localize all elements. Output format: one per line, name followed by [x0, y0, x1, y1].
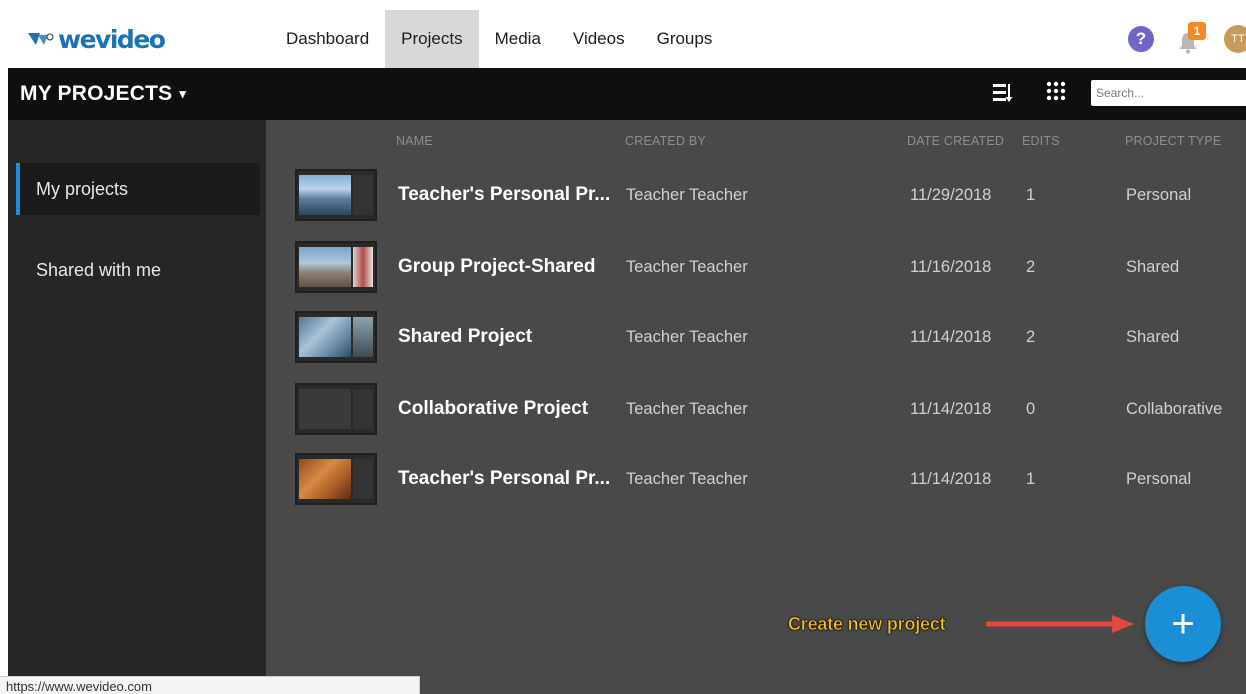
project-thumbnail[interactable] — [295, 169, 377, 221]
project-edits: 2 — [1026, 327, 1036, 346]
project-thumbnail[interactable] — [295, 311, 377, 363]
project-edits: 2 — [1026, 257, 1036, 276]
project-created-by: Teacher Teacher — [626, 469, 748, 488]
top-icons: ? 1 TT — [1128, 10, 1246, 68]
annotation-arrow-icon — [986, 615, 1134, 633]
wevideo-logo[interactable]: wevideo — [26, 24, 166, 54]
project-name[interactable]: Teacher's Personal Pr... — [398, 169, 610, 221]
project-date: 11/14/2018 — [910, 469, 992, 488]
thumbnail-image — [299, 247, 351, 287]
project-edits: 1 — [1026, 185, 1036, 204]
page-title: MY PROJECTS — [20, 82, 173, 105]
project-type: Personal — [1126, 185, 1192, 204]
top-nav: wevideo Dashboard Projects Media Videos … — [8, 10, 1246, 68]
column-header-date-created[interactable]: DATE CREATED — [907, 134, 1004, 148]
sidebar-item-my-projects[interactable]: My projects — [16, 163, 260, 215]
nav-dashboard[interactable]: Dashboard — [270, 10, 385, 68]
notifications-button[interactable]: 1 — [1176, 22, 1206, 54]
project-thumbnail[interactable] — [295, 453, 377, 505]
project-name[interactable]: Shared Project — [398, 311, 532, 363]
column-header-edits[interactable]: EDITS — [1022, 134, 1060, 148]
logo-wordmark: wevideo — [58, 24, 166, 54]
project-name[interactable]: Teacher's Personal Pr... — [398, 453, 610, 505]
plus-icon: + — [1171, 601, 1195, 646]
project-type: Personal — [1126, 469, 1192, 488]
thumbnail-image — [299, 317, 351, 357]
logo-mark-icon — [28, 33, 54, 45]
table-row[interactable]: Teacher's Personal Pr... Teacher Teacher… — [266, 169, 1246, 221]
project-created-by: Teacher Teacher — [626, 399, 748, 418]
table-row[interactable]: Group Project-Shared Teacher Teacher 11/… — [266, 241, 1246, 293]
project-thumbnail[interactable] — [295, 383, 377, 435]
table-row[interactable]: Collaborative Project Teacher Teacher 11… — [266, 383, 1246, 435]
projects-header: MY PROJECTS ▾ — [8, 68, 1246, 120]
project-name[interactable]: Collaborative Project — [398, 383, 588, 435]
annotation-label: Create new project — [788, 614, 946, 635]
project-date: 11/14/2018 — [910, 399, 992, 418]
project-created-by: Teacher Teacher — [626, 257, 748, 276]
table-row[interactable]: Shared Project Teacher Teacher 11/14/201… — [266, 311, 1246, 363]
thumbnail-image — [299, 459, 351, 499]
thumbnail-image-secondary — [353, 175, 373, 215]
search-input[interactable] — [1091, 80, 1246, 106]
notification-badge: 1 — [1188, 22, 1206, 40]
column-header-name[interactable]: NAME — [396, 134, 433, 148]
project-date: 11/29/2018 — [910, 185, 992, 204]
column-header-created-by[interactable]: CREATED BY — [625, 134, 706, 148]
project-name[interactable]: Group Project-Shared — [398, 241, 595, 293]
project-created-by: Teacher Teacher — [626, 327, 748, 346]
project-type: Shared — [1126, 257, 1180, 276]
thumbnail-image — [299, 389, 351, 429]
project-edits: 1 — [1026, 469, 1036, 488]
project-thumbnail[interactable] — [295, 241, 377, 293]
caret-down-icon: ▾ — [179, 86, 187, 101]
thumbnail-image-secondary — [353, 389, 373, 429]
table-row[interactable]: Teacher's Personal Pr... Teacher Teacher… — [266, 453, 1246, 505]
projects-list: NAME CREATED BY DATE CREATED EDITS PROJE… — [266, 120, 1246, 694]
thumbnail-image-secondary — [353, 317, 373, 357]
sidebar: My projects Shared with me — [8, 120, 266, 694]
project-date: 11/14/2018 — [910, 327, 992, 346]
main-nav: Dashboard Projects Media Videos Groups — [270, 10, 728, 68]
grid-view-icon[interactable] — [1045, 80, 1067, 102]
thumbnail-image — [299, 175, 351, 215]
nav-groups[interactable]: Groups — [641, 10, 729, 68]
project-type: Collaborative — [1126, 399, 1223, 418]
project-created-by: Teacher Teacher — [626, 185, 748, 204]
projects-dropdown[interactable]: MY PROJECTS ▾ — [20, 68, 186, 120]
help-icon[interactable]: ? — [1128, 26, 1154, 52]
status-url: https://www.wevideo.com — [0, 676, 420, 694]
create-project-button[interactable]: + — [1145, 586, 1221, 662]
project-type: Shared — [1126, 327, 1180, 346]
project-edits: 0 — [1026, 399, 1036, 418]
nav-media[interactable]: Media — [479, 10, 557, 68]
thumbnail-image-secondary — [353, 247, 373, 287]
sort-icon[interactable] — [993, 82, 1013, 104]
avatar[interactable]: TT — [1224, 25, 1246, 53]
project-date: 11/16/2018 — [910, 257, 992, 276]
sidebar-item-shared-with-me[interactable]: Shared with me — [16, 244, 260, 296]
thumbnail-image-secondary — [353, 459, 373, 499]
column-header-project-type[interactable]: PROJECT TYPE — [1125, 134, 1221, 148]
nav-projects[interactable]: Projects — [385, 10, 479, 68]
nav-videos[interactable]: Videos — [557, 10, 641, 68]
